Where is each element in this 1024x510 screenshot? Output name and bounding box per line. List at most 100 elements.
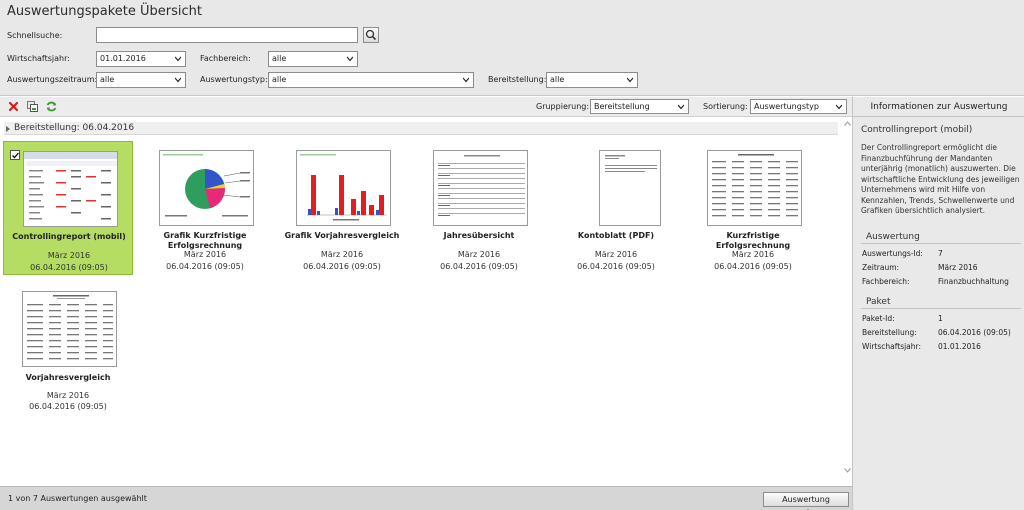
zeitraum-select[interactable]: alle [96,72,186,88]
detail-value: 7 [938,249,943,258]
report-period: März 2016 [731,250,775,259]
report-thumbnail [707,150,802,226]
auswertungstyp-value: alle [272,75,287,84]
detail-value: 01.01.2016 [938,342,981,351]
page-title: Auswertungspakete Übersicht [7,4,202,19]
report-name: Controllingreport (mobil) [12,232,126,241]
group-header[interactable]: Bereitstellung: 06.04.2016 [4,122,838,135]
detail-key: Zeitraum: [862,263,900,272]
status-bar: 1 von 7 Auswertungen ausgewählt Auswertu… [0,486,852,510]
report-name: Vorjahresvergleich [25,373,111,382]
report-period: März 2016 [47,251,91,260]
report-tile[interactable]: Vorjahresvergleich März 2016 06.04.2016 … [3,281,133,415]
scroll-up-icon[interactable] [844,121,851,126]
scroll-down-icon[interactable] [844,468,851,473]
search-input[interactable] [96,27,358,43]
expand-arrow-icon [6,126,10,132]
zeitraum-value: alle [100,75,115,84]
report-date: 06.04.2016 (09:05) [714,262,792,271]
report-thumbnail [22,291,117,367]
zeitraum-label: Auswertungszeitraum: [7,75,98,84]
filter-header: Auswertungspakete Übersicht Schnellsuche… [0,0,1024,96]
detail-key: Bereitstellung: [862,328,917,337]
chevron-down-icon [347,56,353,62]
detail-key: Auswertungs-Id: [862,249,923,258]
pdf-document-preview-icon [605,155,657,172]
auswertungstyp-select[interactable]: alle [268,72,474,88]
vertical-scrollbar[interactable] [842,118,852,486]
report-thumbnail [599,150,661,226]
refresh-icon[interactable] [45,100,58,113]
bereitstellung-select[interactable]: alle [546,72,638,88]
section-title-paket: Paket [866,297,891,307]
chevron-down-icon [627,77,633,83]
show-report-button[interactable]: Auswertung anzeigen [763,492,849,510]
info-panel: Informationen zur Auswertung Controlling… [852,97,1024,510]
report-date: 06.04.2016 (09:05) [29,402,107,411]
report-date: 06.04.2016 (09:05) [440,262,518,271]
report-thumbnail [159,150,254,226]
info-panel-title: Informationen zur Auswertung [870,102,1008,112]
report-description: Der Controllingreport ermöglicht die Fin… [861,143,1020,215]
report-thumbnail [296,150,391,226]
fachbereich-label: Fachbereich: [200,54,251,63]
copy-icon[interactable] [26,100,39,113]
sortierung-select[interactable]: Auswertungstyp [750,99,847,114]
toolbar: Gruppierung: Bereitstellung Sortierung: … [0,97,852,117]
report-period: März 2016 [46,391,90,400]
report-thumbnail [433,150,528,226]
table-preview-icon [712,154,798,217]
auswertungstyp-label: Auswertungstyp: [200,75,268,84]
gruppierung-select[interactable]: Bereitstellung [590,99,689,114]
wirtschaftsjahr-select[interactable]: 01.01.2016 [96,51,186,67]
report-name: Grafik Kurzfristige Erfolgsrechnung [163,231,247,250]
detail-key: Paket-Id: [862,314,895,323]
table-preview-icon [27,295,113,360]
divider [861,243,1021,244]
report-date: 06.04.2016 (09:05) [166,262,244,271]
report-tile[interactable]: Kontoblatt (PDF) März 2016 06.04.2016 (0… [551,141,681,275]
chevron-down-icon [678,104,684,110]
report-tile[interactable]: Grafik Vorjahresvergleich März 2016 06.0… [277,141,407,275]
report-period: März 2016 [320,250,364,259]
detail-value: 1 [938,314,943,323]
bereitstellung-label: Bereitstellung: [488,75,547,84]
detail-value: März 2016 [938,263,978,272]
report-date: 06.04.2016 (09:05) [577,262,655,271]
detail-value: 06.04.2016 (09:05) [938,328,1011,337]
report-period: März 2016 [594,250,638,259]
report-period: März 2016 [457,250,501,259]
report-name: Grafik Vorjahresvergleich [284,231,400,240]
report-name: Kurzfristige Erfolgsrechnung [715,231,791,250]
report-tile[interactable]: Grafik Kurzfristige Erfolgsrechnung März… [140,141,270,275]
pie-chart-preview-icon [163,154,250,217]
bereitstellung-value: alle [550,75,565,84]
selection-status: 1 von 7 Auswertungen ausgewählt [8,494,147,503]
schnellsuche-label: Schnellsuche: [7,31,63,40]
divider [861,308,1021,309]
controllingreport-preview-icon [24,152,117,220]
chevron-down-icon [175,77,181,83]
report-tile[interactable]: Controllingreport (mobil) März 2016 06.0… [3,141,133,275]
section-title-auswertung: Auswertung [866,232,920,242]
detail-key: Fachbereich: [862,277,910,286]
report-period: März 2016 [183,250,227,259]
report-tile[interactable]: Kurzfristige Erfolgsrechnung März 2016 0… [688,141,818,275]
report-date: 06.04.2016 (09:05) [303,262,381,271]
report-date: 06.04.2016 (09:05) [30,263,108,272]
gruppierung-label: Gruppierung: [536,102,590,111]
report-title: Controllingreport (mobil) [861,125,973,135]
group-label: Bereitstellung: 06.04.2016 [14,123,135,133]
table-preview-icon [438,155,525,216]
fachbereich-select[interactable]: alle [268,51,358,67]
detail-value: Finanzbuchhaltung [938,277,1009,286]
report-name: Kontoblatt (PDF) [577,231,655,240]
fachbereich-value: alle [272,54,287,63]
search-button[interactable] [363,27,379,43]
checkbox[interactable] [10,150,20,160]
detail-key: Wirtschaftsjahr: [862,342,922,351]
report-tile[interactable]: Jahresübersicht März 2016 06.04.2016 (09… [414,141,544,275]
sortierung-label: Sortierung: [703,102,748,111]
report-thumbnail [23,151,118,227]
delete-icon[interactable] [7,100,20,113]
